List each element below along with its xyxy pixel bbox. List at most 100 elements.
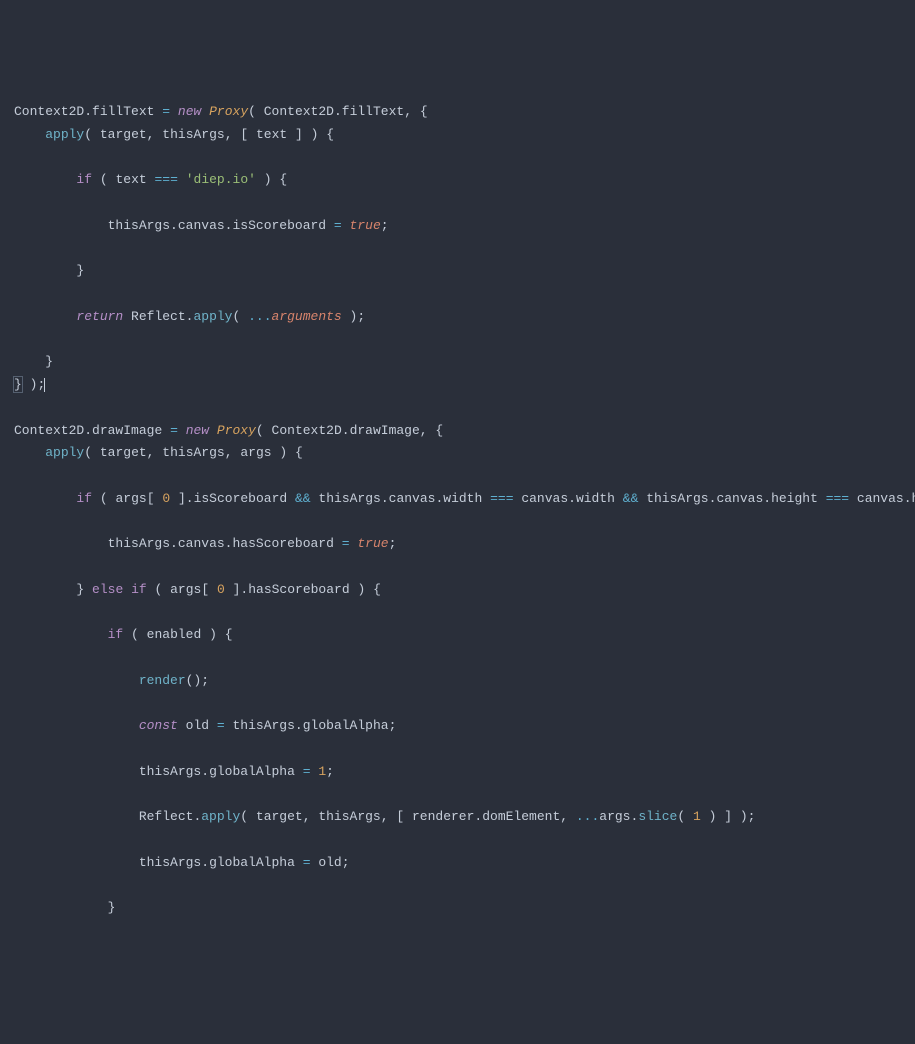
- identifier: drawImage: [350, 423, 420, 438]
- identifier: domElement: [482, 809, 560, 824]
- identifier: thisArgs: [318, 491, 380, 506]
- identifier: canvas: [521, 491, 568, 506]
- text-cursor: [44, 378, 45, 392]
- code-line: apply( target, thisArgs, [ text ] ) {: [14, 127, 334, 142]
- operator: =: [303, 855, 311, 870]
- identifier: thisArgs: [108, 536, 170, 551]
- operator: &&: [623, 491, 639, 506]
- identifier: renderer: [412, 809, 474, 824]
- fn-call: render: [139, 673, 186, 688]
- spread: ...: [576, 809, 599, 824]
- code-line: }: [14, 900, 115, 915]
- method-apply: apply: [45, 445, 84, 460]
- method-apply: apply: [45, 127, 84, 142]
- identifier: Context2D: [264, 104, 334, 119]
- number: 0: [162, 491, 170, 506]
- identifier: args: [599, 809, 630, 824]
- identifier: Reflect: [131, 309, 186, 324]
- code-line: apply( target, thisArgs, args ) {: [14, 445, 303, 460]
- string-literal: 'diep.io': [186, 172, 256, 187]
- code-line: thisArgs.canvas.isScoreboard = true;: [14, 218, 389, 233]
- code-line: Reflect.apply( target, thisArgs, [ rende…: [14, 809, 755, 824]
- keyword-if: if: [76, 172, 92, 187]
- method: slice: [638, 809, 677, 824]
- code-line: if ( args[ 0 ].isScoreboard && thisArgs.…: [14, 491, 915, 506]
- identifier: width: [576, 491, 615, 506]
- code-editor[interactable]: Context2D.fillText = new Proxy( Context2…: [14, 101, 901, 920]
- param: target: [100, 127, 147, 142]
- spread: ...: [248, 309, 271, 324]
- identifier: args: [115, 491, 146, 506]
- identifier: height: [912, 491, 915, 506]
- identifier: canvas: [857, 491, 904, 506]
- identifier: old: [186, 718, 209, 733]
- arguments: arguments: [272, 309, 342, 324]
- identifier: Context2D: [272, 423, 342, 438]
- bracket-match: }: [14, 377, 22, 392]
- identifier: canvas: [178, 218, 225, 233]
- identifier: isScoreboard: [194, 491, 288, 506]
- code-line: }: [14, 263, 84, 278]
- boolean: true: [350, 218, 381, 233]
- operator: ===: [155, 172, 178, 187]
- identifier: globalAlpha: [209, 855, 295, 870]
- code-line: return Reflect.apply( ...arguments );: [14, 309, 365, 324]
- boolean: true: [357, 536, 388, 551]
- identifier: thisArgs: [139, 855, 201, 870]
- code-line: render();: [14, 673, 209, 688]
- identifier: thisArgs: [646, 491, 708, 506]
- operator: =: [217, 718, 225, 733]
- type-proxy: Proxy: [217, 423, 256, 438]
- identifier: thisArgs: [233, 718, 295, 733]
- code-line: Context2D.fillText = new Proxy( Context2…: [14, 104, 428, 119]
- code-line: } );: [14, 377, 45, 392]
- operator: &&: [295, 491, 311, 506]
- param: args: [240, 445, 271, 460]
- identifier: Context2D: [14, 104, 84, 119]
- identifier: hasScoreboard: [248, 582, 349, 597]
- identifier: target: [256, 809, 303, 824]
- identifier: fillText: [342, 104, 404, 119]
- code-line: if ( text === 'diep.io' ) {: [14, 172, 287, 187]
- type-proxy: Proxy: [209, 104, 248, 119]
- code-line: if ( enabled ) {: [14, 627, 233, 642]
- param: thisArgs: [162, 445, 224, 460]
- operator: =: [334, 218, 342, 233]
- keyword-new: new: [186, 423, 209, 438]
- operator: ===: [490, 491, 513, 506]
- code-line: thisArgs.globalAlpha = 1;: [14, 764, 334, 779]
- method: apply: [201, 809, 240, 824]
- param: text: [256, 127, 287, 142]
- identifier: Context2D: [14, 423, 84, 438]
- identifier: canvas: [716, 491, 763, 506]
- code-line: thisArgs.canvas.hasScoreboard = true;: [14, 536, 396, 551]
- code-line: } else if ( args[ 0 ].hasScoreboard ) {: [14, 582, 381, 597]
- identifier: drawImage: [92, 423, 162, 438]
- code-line: }: [14, 354, 53, 369]
- identifier: enabled: [147, 627, 202, 642]
- identifier: Reflect: [139, 809, 194, 824]
- number: 1: [693, 809, 701, 824]
- number: 0: [217, 582, 225, 597]
- number: 1: [318, 764, 326, 779]
- code-line: const old = thisArgs.globalAlpha;: [14, 718, 396, 733]
- param: thisArgs: [162, 127, 224, 142]
- identifier: globalAlpha: [209, 764, 295, 779]
- identifier: hasScoreboard: [232, 536, 333, 551]
- identifier: isScoreboard: [232, 218, 326, 233]
- identifier: canvas: [178, 536, 225, 551]
- identifier: height: [771, 491, 818, 506]
- identifier: thisArgs: [108, 218, 170, 233]
- keyword-const: const: [139, 718, 178, 733]
- keyword-return: return: [76, 309, 123, 324]
- operator: =: [342, 536, 350, 551]
- operator: ===: [826, 491, 849, 506]
- keyword-new: new: [178, 104, 201, 119]
- identifier: globalAlpha: [303, 718, 389, 733]
- keyword-if: if: [108, 627, 124, 642]
- keyword-if: if: [76, 491, 92, 506]
- identifier: thisArgs: [139, 764, 201, 779]
- identifier: width: [443, 491, 482, 506]
- identifier: fillText: [92, 104, 154, 119]
- keyword-if: if: [131, 582, 147, 597]
